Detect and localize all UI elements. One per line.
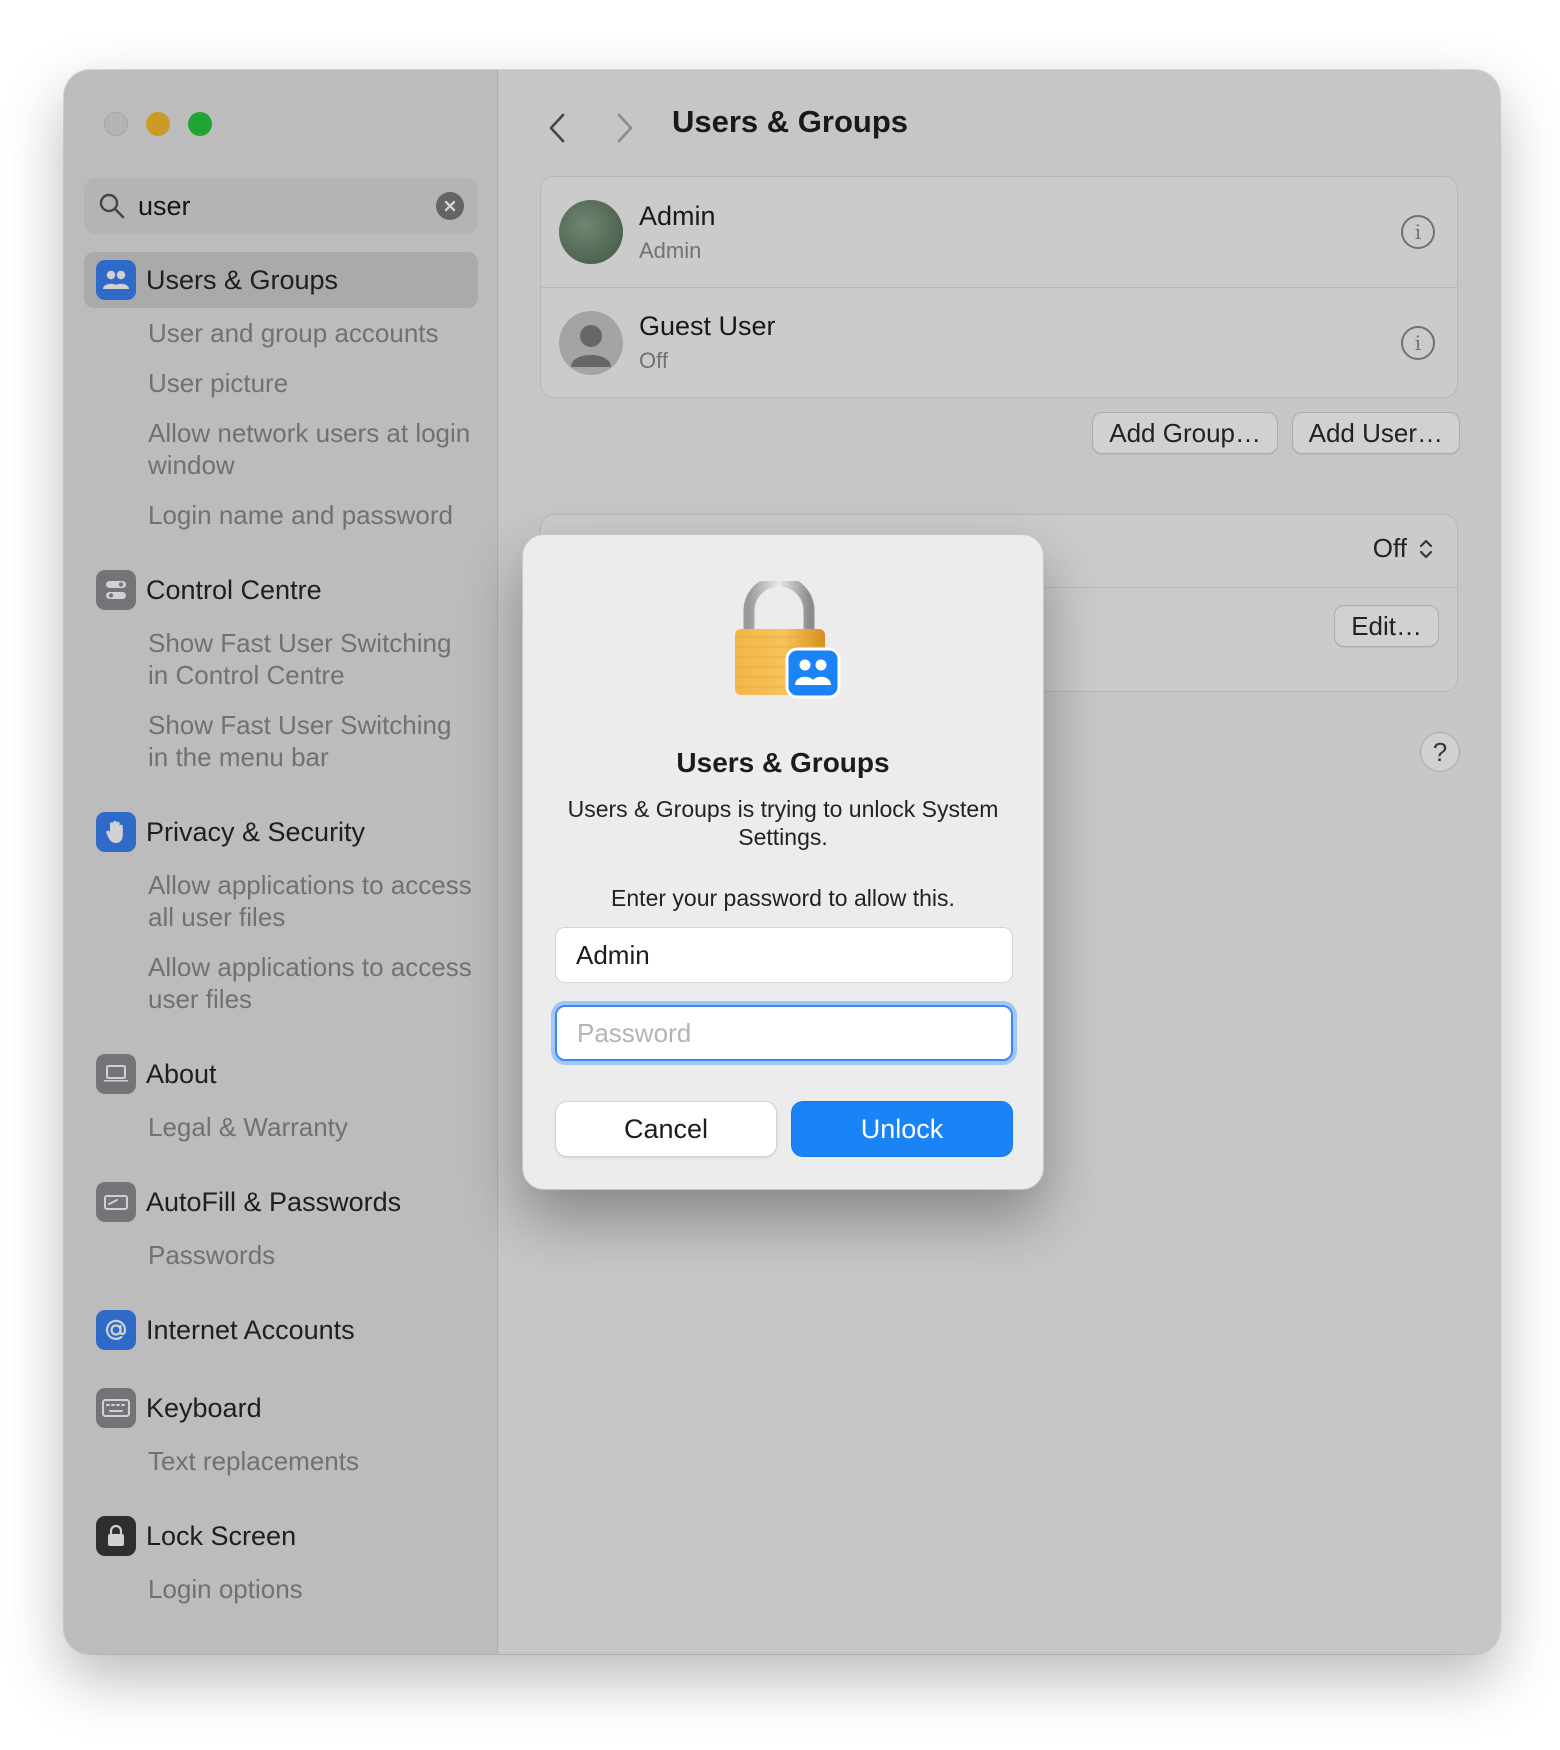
unlock-button[interactable]: Unlock [791,1101,1013,1157]
dialog-title: Users & Groups [676,747,890,778]
username-field[interactable] [555,927,1013,983]
password-field[interactable] [555,1005,1013,1061]
dialog-prompt: Enter your password to allow this. [611,885,955,911]
lock-users-icon [731,575,843,701]
cancel-button[interactable]: Cancel [555,1101,777,1157]
dialog-message: Users & Groups is trying to unlock Syste… [567,796,999,850]
auth-dialog: Users & Groups Users & Groups is trying … [522,534,1044,1190]
